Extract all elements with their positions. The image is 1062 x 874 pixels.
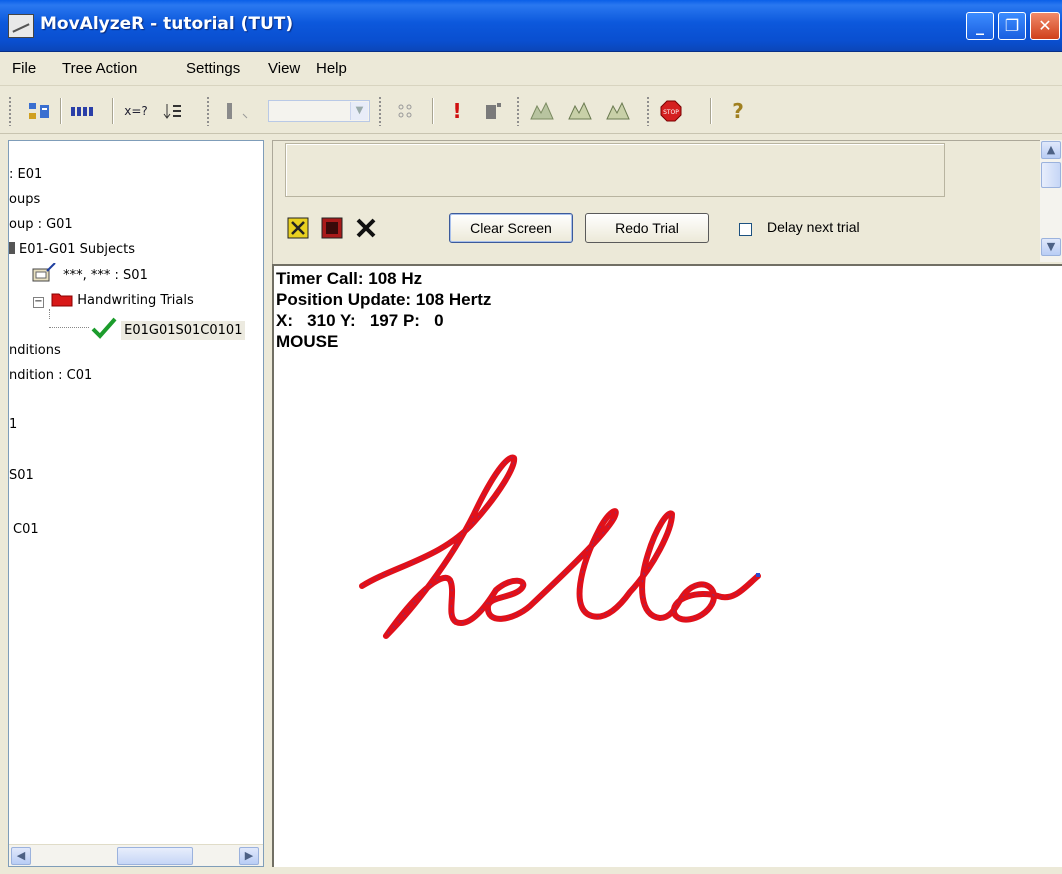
tree-node-item[interactable]: 1 — [9, 417, 17, 432]
toolbar: x=? ▼ ! STOP ? — [0, 88, 1062, 134]
status-bar — [0, 867, 1062, 874]
subject-icon — [32, 262, 56, 282]
delay-next-trial-label: Delay next trial — [767, 219, 860, 235]
scroll-thumb[interactable] — [1041, 162, 1061, 188]
chart-icon-1[interactable] — [528, 98, 556, 124]
toolbar-grip[interactable] — [378, 96, 382, 126]
tree-node-experiment[interactable]: : E01 — [9, 167, 42, 182]
tree-node-trial-label: E01G01S01C0101 — [121, 321, 246, 340]
tree-node-subjects[interactable]: E01-G01 Subjects — [9, 242, 135, 257]
tree-node-s01[interactable]: S01 — [9, 468, 34, 483]
tree-node-handwriting-trials-label: Handwriting Trials — [77, 293, 194, 308]
sort-list-icon[interactable] — [160, 98, 186, 124]
tree-node-c01[interactable]: C01 — [13, 522, 39, 537]
chevron-down-icon[interactable]: ▼ — [350, 102, 368, 120]
collapse-icon[interactable]: − — [33, 297, 44, 308]
menu-bar: File Tree Action Settings View Help — [0, 52, 1062, 86]
checkmark-icon — [91, 317, 117, 339]
clear-screen-button[interactable]: Clear Screen — [449, 213, 573, 243]
tree-node-groups[interactable]: oups — [9, 192, 40, 207]
record-icon[interactable] — [480, 98, 508, 124]
window-title: MovAlyzeR - tutorial (TUT) — [40, 14, 294, 34]
tree-connector — [49, 327, 89, 328]
tree-pane: : E01 oups oup : G01 E01-G01 Subjects **… — [8, 140, 264, 867]
pen-marker-icon[interactable] — [218, 98, 258, 124]
chart-icon-3[interactable] — [604, 98, 632, 124]
pen-down-icon[interactable] — [321, 217, 343, 239]
delay-next-trial-checkbox[interactable] — [739, 223, 752, 236]
tree-horizontal-scrollbar[interactable]: ◀ ▶ — [9, 844, 263, 866]
close-button[interactable]: ✕ — [1030, 12, 1060, 40]
chart-icon-2[interactable] — [566, 98, 594, 124]
scroll-left-icon[interactable]: ◀ — [11, 847, 31, 865]
menu-help[interactable]: Help — [316, 60, 347, 77]
toolbar-grip[interactable] — [516, 96, 520, 126]
recording-canvas[interactable]: Timer Call: 108 Hz Position Update: 108 … — [272, 264, 1062, 867]
redo-trial-button[interactable]: Redo Trial — [585, 213, 709, 243]
app-icon — [8, 14, 34, 38]
message-box — [285, 143, 945, 197]
toolbar-grip[interactable] — [646, 96, 650, 126]
stop-icon[interactable]: STOP — [656, 98, 686, 124]
svg-text:STOP: STOP — [663, 109, 679, 116]
tree-node-handwriting-trials[interactable]: − Handwriting Trials — [33, 291, 194, 308]
tree-node-condition[interactable]: ndition : C01 — [9, 368, 92, 383]
scroll-right-icon[interactable]: ▶ — [239, 847, 259, 865]
scroll-thumb[interactable] — [117, 847, 193, 865]
toolbar-separator — [710, 98, 711, 124]
minimize-button[interactable]: _ — [966, 12, 994, 40]
menu-tree-action[interactable]: Tree Action — [62, 60, 137, 77]
pen-cursor — [756, 573, 760, 577]
toolbar-separator — [432, 98, 433, 124]
toolbar-grip[interactable] — [8, 96, 12, 126]
menu-file[interactable]: File — [12, 60, 36, 77]
alert-icon[interactable]: ! — [446, 98, 468, 124]
tree-connector — [49, 309, 50, 319]
control-vertical-scrollbar[interactable]: ▲ ▼ — [1040, 140, 1062, 262]
control-panel: Clear Screen Redo Trial Delay next trial — [272, 140, 1062, 264]
help-icon[interactable]: ? — [726, 98, 750, 124]
scroll-up-icon[interactable]: ▲ — [1041, 141, 1061, 159]
menu-view[interactable]: View — [268, 60, 300, 77]
handwriting-stroke — [359, 454, 761, 639]
maximize-button[interactable]: ❐ — [998, 12, 1026, 40]
toolbar-combo[interactable]: ▼ — [268, 100, 370, 122]
title-bar: MovAlyzeR - tutorial (TUT) _ ❐ ✕ — [0, 0, 1062, 52]
tree-structure-icon[interactable] — [24, 98, 54, 124]
tree-node-subject-label: ***, *** : S01 — [63, 268, 148, 283]
tree-node-subject[interactable]: ***, *** : S01 — [27, 262, 148, 285]
red-folder-icon — [51, 293, 73, 307]
folder-icon — [9, 242, 15, 254]
menu-settings[interactable]: Settings — [186, 60, 240, 77]
clear-x-icon[interactable] — [355, 217, 377, 239]
toolbar-grip[interactable] — [206, 96, 210, 126]
bars-icon[interactable] — [68, 98, 98, 124]
toolbar-separator — [60, 98, 61, 124]
tree-node-group[interactable]: oup : G01 — [9, 217, 73, 232]
scroll-down-icon[interactable]: ▼ — [1041, 238, 1061, 256]
dots-grid-icon[interactable] — [392, 98, 418, 124]
pen-up-icon[interactable] — [287, 217, 309, 239]
tree-node-trial[interactable]: E01G01S01C0101 — [91, 317, 246, 340]
toolbar-separator — [112, 98, 113, 124]
formula-button[interactable]: x=? — [120, 98, 152, 124]
tree-node-subjects-label: E01-G01 Subjects — [19, 242, 136, 257]
tree-node-conditions[interactable]: nditions — [9, 343, 61, 358]
